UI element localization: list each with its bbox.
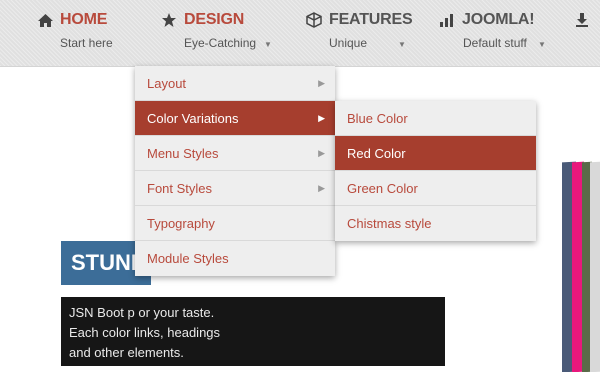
menu-item-layout[interactable]: Layout ▶ bbox=[135, 66, 335, 101]
chevron-right-icon: ▶ bbox=[318, 148, 325, 158]
intro-line: Each color links, headings bbox=[69, 325, 221, 340]
menu-item-menu-styles[interactable]: Menu Styles ▶ bbox=[135, 136, 335, 171]
nav-item-features[interactable]: FEATURES Unique ▼ bbox=[305, 8, 415, 58]
nav-item-home[interactable]: HOME Start here bbox=[36, 8, 126, 58]
nav-item-download[interactable] bbox=[574, 8, 596, 58]
intro-line: and other elements. bbox=[69, 345, 184, 360]
menu-item-label: Layout bbox=[147, 76, 187, 91]
cube-icon bbox=[305, 11, 323, 29]
nav-label-design: DESIGN bbox=[184, 11, 245, 28]
submenu-item-christmas-style[interactable]: Chistmas style bbox=[335, 206, 536, 241]
submenu-item-red-color[interactable]: Red Color bbox=[335, 136, 536, 171]
star-icon bbox=[160, 11, 178, 29]
home-icon bbox=[36, 11, 54, 29]
nav-sub-features: Unique bbox=[329, 36, 368, 50]
menu-item-color-variations[interactable]: Color Variations ▶ bbox=[135, 101, 335, 136]
nav-sub-design: Eye-Catching bbox=[184, 36, 257, 50]
nav-item-design[interactable]: DESIGN Eye-Catching ▼ bbox=[160, 8, 275, 58]
nav-label-home: HOME bbox=[60, 11, 108, 28]
chevron-down-icon: ▼ bbox=[398, 40, 406, 49]
intro-text-box: JSN Boot p or your taste. Each color lin… bbox=[61, 297, 445, 366]
chevron-right-icon: ▶ bbox=[318, 113, 325, 123]
submenu-item-blue-color[interactable]: Blue Color bbox=[335, 101, 536, 136]
chevron-right-icon: ▶ bbox=[318, 183, 325, 193]
nav-sub-joomla: Default stuff bbox=[463, 36, 527, 50]
chevron-down-icon: ▼ bbox=[538, 40, 546, 49]
menu-item-module-styles[interactable]: Module Styles bbox=[135, 241, 335, 276]
nav-sub-home: Start here bbox=[60, 36, 113, 50]
chevron-right-icon: ▶ bbox=[318, 78, 325, 88]
menu-item-label: Menu Styles bbox=[147, 146, 219, 161]
nav-label-joomla: JOOMLA! bbox=[462, 11, 535, 28]
color-variations-submenu: Blue Color Red Color Green Color Chistma… bbox=[335, 101, 536, 241]
intro-line: JSN Boot p or your taste. bbox=[69, 305, 215, 320]
nav-item-joomla[interactable]: JOOMLA! Default stuff ▼ bbox=[438, 8, 553, 58]
menu-item-typography[interactable]: Typography bbox=[135, 206, 335, 241]
design-dropdown-menu: Layout ▶ Color Variations ▶ Menu Styles … bbox=[135, 66, 335, 276]
menu-item-label: Typography bbox=[147, 216, 215, 231]
menu-item-label: Color Variations bbox=[147, 111, 239, 126]
chevron-down-icon: ▼ bbox=[264, 40, 272, 49]
main-navbar: HOME Start here DESIGN Eye-Catching ▼ FE… bbox=[0, 0, 600, 67]
menu-item-label: Module Styles bbox=[147, 251, 229, 266]
download-icon bbox=[574, 11, 590, 29]
nav-label-features: FEATURES bbox=[329, 11, 413, 28]
submenu-item-green-color[interactable]: Green Color bbox=[335, 171, 536, 206]
menu-item-label: Font Styles bbox=[147, 181, 213, 196]
bar-chart-icon bbox=[438, 11, 456, 29]
menu-item-font-styles[interactable]: Font Styles ▶ bbox=[135, 171, 335, 206]
decorative-stripe-4 bbox=[590, 161, 600, 372]
